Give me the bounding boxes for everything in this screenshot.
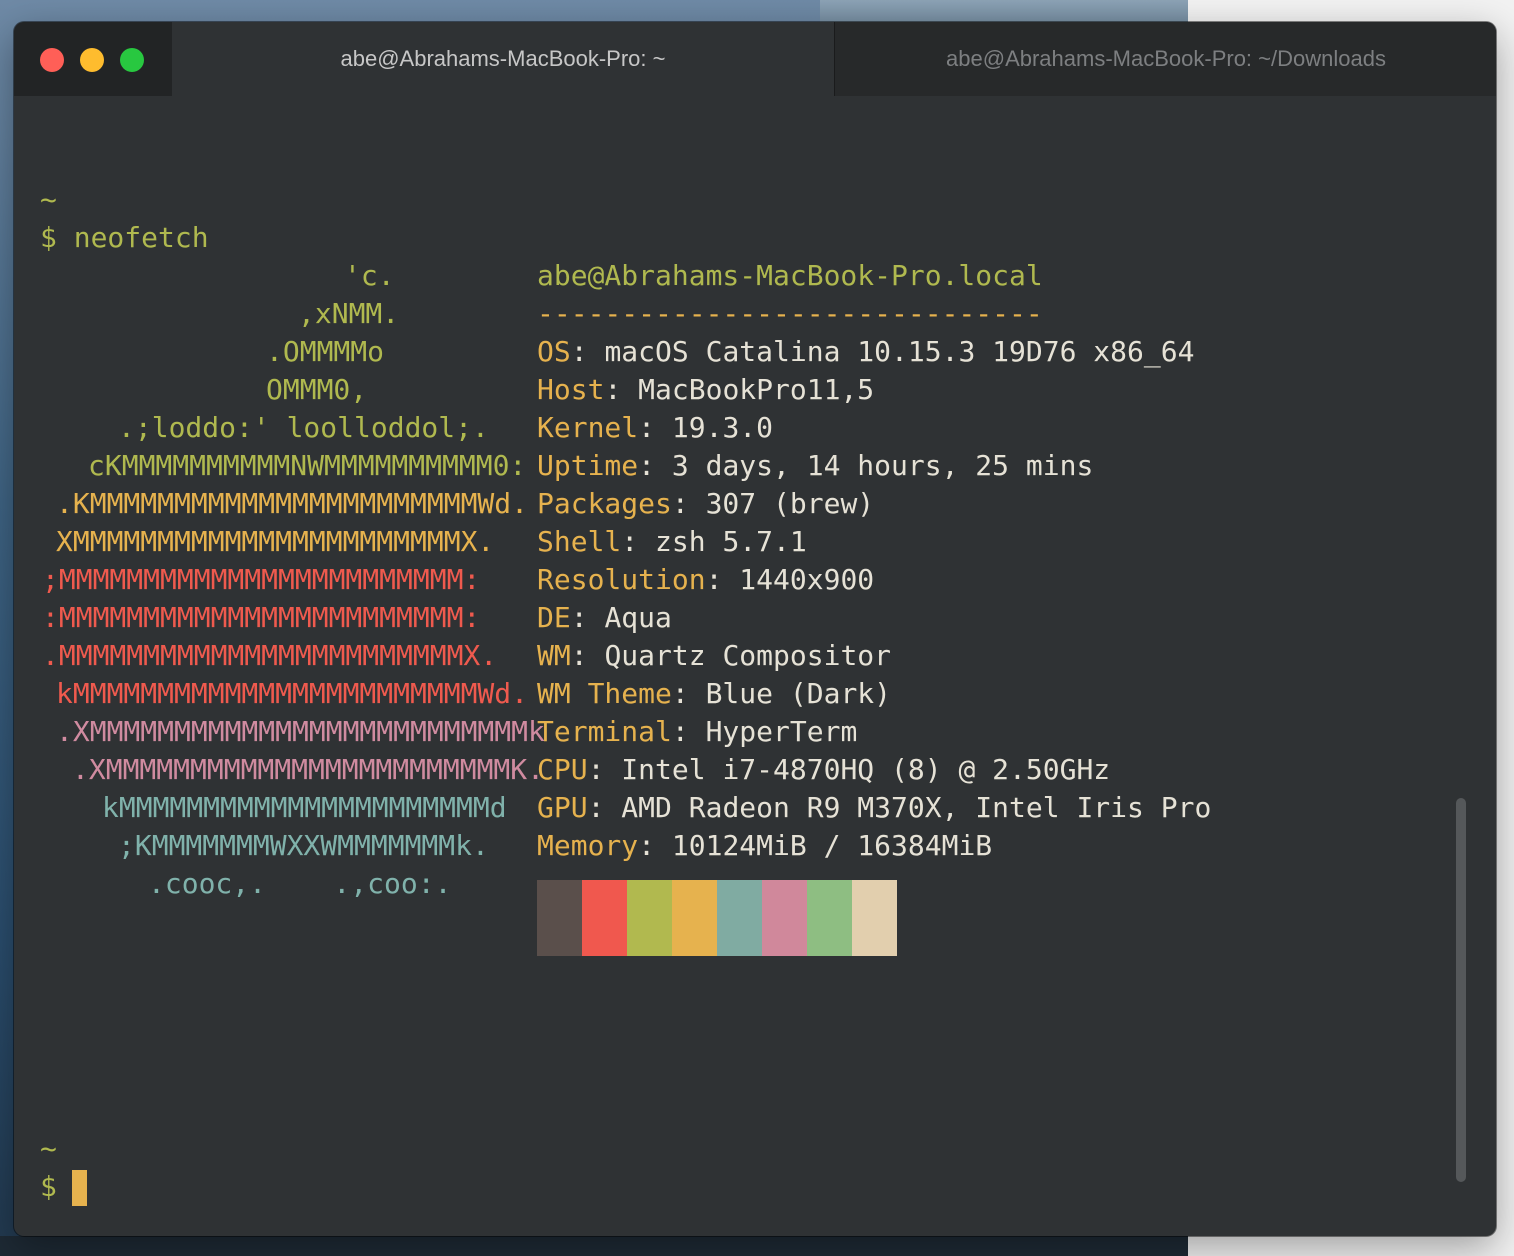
traffic-lights	[40, 48, 144, 72]
info-value: macOS Catalina 10.15.3 19D76 x86_64	[604, 335, 1195, 368]
info-value: Quartz Compositor	[604, 639, 892, 672]
text-cursor	[72, 1170, 87, 1206]
logo-line: .MMMMMMMMMMMMMMMMMMMMMMMMX.	[42, 639, 498, 672]
tab-downloads[interactable]: abe@Abrahams-MacBook-Pro: ~/Downloads	[834, 22, 1496, 96]
color-swatch	[582, 880, 627, 956]
info-key: CPU	[537, 753, 588, 786]
info-gpu: GPU: AMD Radeon R9 M370X, Intel Iris Pro	[537, 791, 1212, 824]
info-key: Kernel	[537, 411, 639, 444]
logo-line: kMMMMMMMMMMMMMMMMMMMMMMMMWd.	[56, 677, 529, 710]
info-key: Terminal	[537, 715, 672, 748]
logo-line: .;loddo:' loolloddol;.	[118, 411, 489, 444]
info-value: Blue (Dark)	[705, 677, 892, 710]
color-swatch	[537, 880, 582, 956]
info-cpu: CPU: Intel i7-4870HQ (8) @ 2.50GHz	[537, 753, 1111, 786]
logo-line: .XMMMMMMMMMMMMMMMMMMMMMMMMK.	[72, 753, 545, 786]
info-key: WM Theme	[537, 677, 672, 710]
close-button[interactable]	[40, 48, 64, 72]
prompt-directory: ~	[40, 1132, 57, 1165]
logo-line: .cooc,. .,coo:.	[148, 867, 452, 900]
color-swatch	[807, 880, 852, 956]
logo-line: ;MMMMMMMMMMMMMMMMMMMMMMMM:	[42, 563, 481, 596]
zoom-button[interactable]	[120, 48, 144, 72]
info-kernel: Kernel: 19.3.0	[537, 411, 774, 444]
info-key: DE	[537, 601, 571, 634]
info-key: Shell	[537, 525, 622, 558]
tab-home-label: abe@Abrahams-MacBook-Pro: ~	[340, 46, 666, 71]
info-shell: Shell: zsh 5.7.1	[537, 525, 807, 558]
color-palette	[537, 880, 897, 956]
info-key: Host	[537, 373, 605, 406]
prompt-line: $ neofetch	[40, 219, 209, 257]
info-key: OS	[537, 335, 571, 368]
tab-downloads-label: abe@Abrahams-MacBook-Pro: ~/Downloads	[946, 46, 1386, 71]
color-swatch	[672, 880, 717, 956]
scrollbar-thumb[interactable]	[1456, 798, 1466, 1182]
color-swatch	[762, 880, 807, 956]
info-packages: Packages: 307 (brew)	[537, 487, 875, 520]
info-value: zsh 5.7.1	[655, 525, 807, 558]
color-swatch	[717, 880, 762, 956]
prompt-symbol: $	[40, 221, 57, 254]
user-host: abe@Abrahams-MacBook-Pro.local	[537, 259, 1043, 292]
prompt-symbol: $	[40, 1170, 57, 1203]
info-key: WM	[537, 639, 571, 672]
info-value: 1440x900	[739, 563, 875, 596]
info-value: 10124MiB / 16384MiB	[671, 829, 993, 862]
info-value: Intel i7-4870HQ (8) @ 2.50GHz	[621, 753, 1111, 786]
tab-home[interactable]: abe@Abrahams-MacBook-Pro: ~	[172, 22, 834, 96]
logo-line: kMMMMMMMMMMMMMMMMMMMMMMd	[102, 791, 507, 824]
info-host: Host: MacBookPro11,5	[537, 373, 875, 406]
info-wm-theme: WM Theme: Blue (Dark)	[537, 677, 892, 710]
logo-line: .OMMMMo	[266, 335, 385, 368]
logo-line: XMMMMMMMMMMMMMMMMMMMMMMMX.	[56, 525, 495, 558]
logo-line: ,xNMM.	[298, 297, 400, 330]
info-key: GPU	[537, 791, 588, 824]
info-key: Uptime	[537, 449, 639, 482]
info-resolution: Resolution: 1440x900	[537, 563, 875, 596]
info-value: HyperTerm	[705, 715, 858, 748]
terminal-window: abe@Abrahams-MacBook-Pro: ~ abe@Abrahams…	[14, 22, 1496, 1236]
info-key: Memory	[537, 829, 639, 862]
info-terminal: Terminal: HyperTerm	[537, 715, 858, 748]
logo-line: cKMMMMMMMMMMNWMMMMMMMMMM0:	[88, 449, 527, 482]
info-value: 19.3.0	[671, 411, 774, 444]
color-swatch	[852, 880, 897, 956]
info-os: OS: macOS Catalina 10.15.3 19D76 x86_64	[537, 335, 1195, 368]
info-uptime: Uptime: 3 days, 14 hours, 25 mins	[537, 449, 1094, 482]
logo-line: .KMMMMMMMMMMMMMMMMMMMMMMMWd.	[56, 487, 529, 520]
logo-line: 'c.	[344, 259, 395, 292]
info-value: AMD Radeon R9 M370X, Intel Iris Pro	[621, 791, 1212, 824]
logo-line: .XMMMMMMMMMMMMMMMMMMMMMMMMMMk	[56, 715, 545, 748]
separator: ------------------------------	[537, 297, 1043, 330]
logo-line: OMMM0,	[266, 373, 368, 406]
info-value: Aqua	[604, 601, 672, 634]
terminal-content[interactable]: ~ $ neofetch 'c. ,xNMM. .OMMMMo OMMM0, .…	[14, 96, 1496, 1236]
info-key: Packages	[537, 487, 672, 520]
info-de: DE: Aqua	[537, 601, 672, 634]
info-value: 307 (brew)	[705, 487, 875, 520]
minimize-button[interactable]	[80, 48, 104, 72]
color-swatch	[627, 880, 672, 956]
desktop-wallpaper-rocks	[0, 1236, 1188, 1256]
info-memory: Memory: 10124MiB / 16384MiB	[537, 829, 993, 862]
prompt-directory: ~	[40, 183, 57, 216]
info-value: 3 days, 14 hours, 25 mins	[671, 449, 1094, 482]
info-wm: WM: Quartz Compositor	[537, 639, 892, 672]
title-bar[interactable]: abe@Abrahams-MacBook-Pro: ~ abe@Abrahams…	[14, 22, 1496, 96]
logo-line: :MMMMMMMMMMMMMMMMMMMMMMMM:	[42, 601, 481, 634]
logo-line: ;KMMMMMMMWXXWMMMMMMMk.	[118, 829, 489, 862]
info-value: MacBookPro11,5	[638, 373, 875, 406]
info-key: Resolution	[537, 563, 706, 596]
command-text: neofetch	[73, 221, 209, 254]
